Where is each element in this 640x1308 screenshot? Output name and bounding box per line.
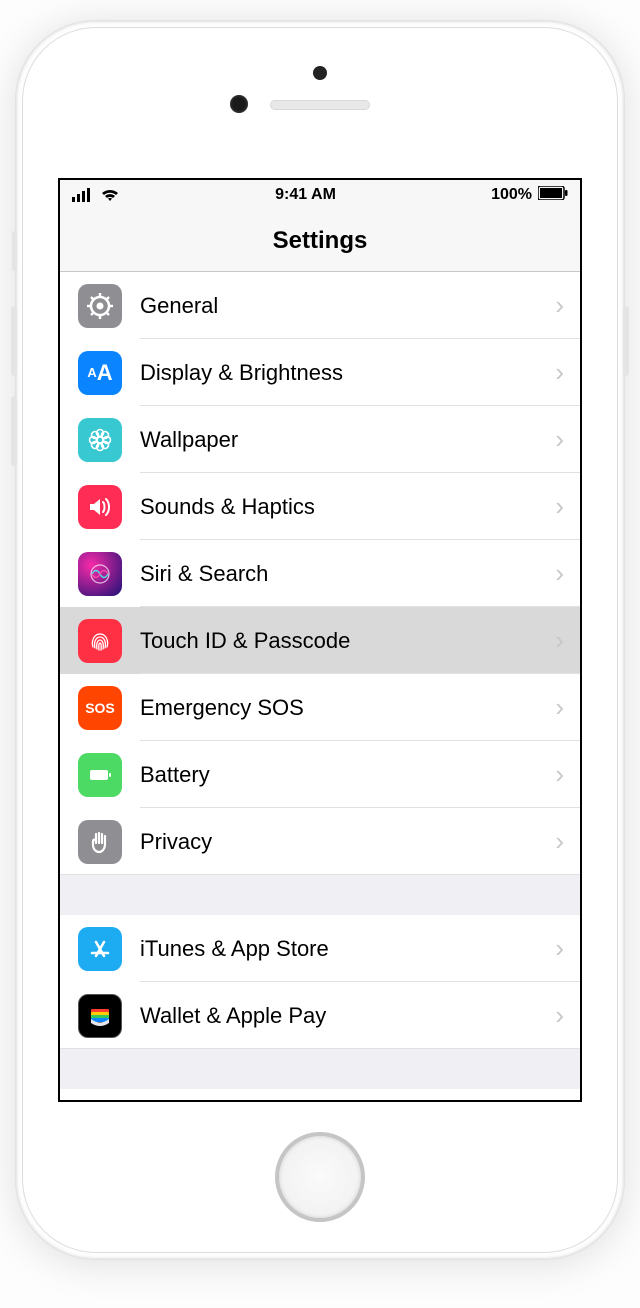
row-privacy[interactable]: Privacy › <box>60 808 580 875</box>
row-sounds-haptics[interactable]: Sounds & Haptics › <box>60 473 580 540</box>
flower-icon <box>78 418 122 462</box>
chevron-right-icon: › <box>555 424 580 455</box>
phone-bezel: 9:41 AM 100% Settings Gen <box>22 27 618 1253</box>
chevron-right-icon: › <box>555 933 580 964</box>
battery-icon <box>78 753 122 797</box>
cellular-signal-icon <box>72 188 94 202</box>
front-camera <box>230 95 248 113</box>
row-label: Emergency SOS <box>122 695 555 721</box>
row-touch-id-passcode[interactable]: Touch ID & Passcode › <box>60 607 580 674</box>
text-size-icon: AA <box>78 351 122 395</box>
phone-frame: 9:41 AM 100% Settings Gen <box>15 20 625 1260</box>
chevron-right-icon: › <box>555 1000 580 1031</box>
chevron-right-icon: › <box>555 692 580 723</box>
row-accounts-passwords[interactable]: Accounts & Passwords › <box>60 1089 580 1100</box>
row-label: Siri & Search <box>122 561 555 587</box>
app-store-icon <box>78 927 122 971</box>
settings-group-3: Accounts & Passwords › <box>60 1089 580 1100</box>
chevron-right-icon: › <box>555 491 580 522</box>
row-label: Sounds & Haptics <box>122 494 555 520</box>
screen: 9:41 AM 100% Settings Gen <box>58 178 582 1102</box>
row-label: iTunes & App Store <box>122 936 555 962</box>
chevron-right-icon: › <box>555 759 580 790</box>
row-battery[interactable]: Battery › <box>60 741 580 808</box>
chevron-right-icon: › <box>555 290 580 321</box>
row-label: Battery <box>122 762 555 788</box>
row-emergency-sos[interactable]: SOS Emergency SOS › <box>60 674 580 741</box>
wifi-icon <box>100 188 120 202</box>
hand-icon <box>78 820 122 864</box>
status-time: 9:41 AM <box>275 186 336 204</box>
nav-bar: Settings <box>60 210 580 272</box>
battery-percentage: 100% <box>491 186 532 204</box>
siri-icon <box>78 552 122 596</box>
fingerprint-icon <box>78 619 122 663</box>
sensor-dot <box>313 66 327 80</box>
status-bar: 9:41 AM 100% <box>60 180 580 210</box>
power-button[interactable] <box>623 306 629 376</box>
wallet-icon <box>78 994 122 1038</box>
group-separator <box>60 875 580 915</box>
mute-switch[interactable] <box>12 231 17 271</box>
row-wallpaper[interactable]: Wallpaper › <box>60 406 580 473</box>
chevron-right-icon: › <box>555 826 580 857</box>
chevron-right-icon: › <box>555 357 580 388</box>
battery-icon <box>538 186 568 205</box>
row-general[interactable]: General › <box>60 272 580 339</box>
row-label: Display & Brightness <box>122 360 555 386</box>
row-siri-search[interactable]: Siri & Search › <box>60 540 580 607</box>
gear-icon <box>78 284 122 328</box>
row-label: Touch ID & Passcode <box>122 628 555 654</box>
row-label: Privacy <box>122 829 555 855</box>
speaker-icon <box>78 485 122 529</box>
row-label: General <box>122 293 555 319</box>
earpiece-speaker <box>270 100 370 110</box>
sos-icon: SOS <box>78 686 122 730</box>
volume-down-button[interactable] <box>11 396 17 466</box>
row-label: Wallet & Apple Pay <box>122 1003 555 1029</box>
volume-up-button[interactable] <box>11 306 17 376</box>
row-label: Wallpaper <box>122 427 555 453</box>
group-separator <box>60 1049 580 1089</box>
chevron-right-icon: › <box>555 625 580 656</box>
row-itunes-app-store[interactable]: iTunes & App Store › <box>60 915 580 982</box>
page-title: Settings <box>273 227 368 255</box>
settings-group-1: General › AA Display & Brightness › <box>60 272 580 875</box>
row-display-brightness[interactable]: AA Display & Brightness › <box>60 339 580 406</box>
settings-group-2: iTunes & App Store › Wallet & Apple Pay … <box>60 915 580 1049</box>
settings-list[interactable]: General › AA Display & Brightness › <box>60 272 580 1100</box>
home-button[interactable] <box>275 1132 365 1222</box>
row-wallet-apple-pay[interactable]: Wallet & Apple Pay › <box>60 982 580 1049</box>
chevron-right-icon: › <box>555 558 580 589</box>
